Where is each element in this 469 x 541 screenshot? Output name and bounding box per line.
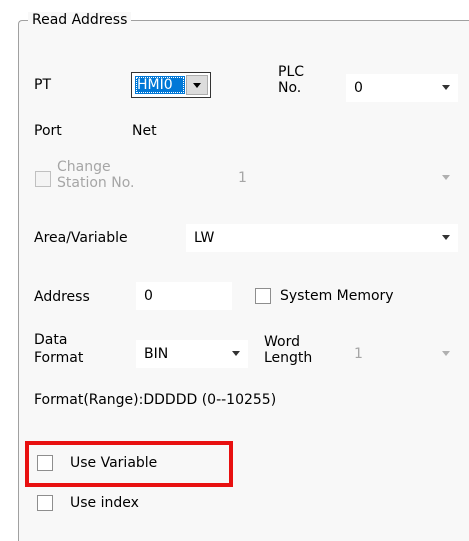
use-index-label: Use index — [70, 495, 139, 511]
group-title: Read Address — [28, 12, 132, 28]
format-range-text: Format(Range):DDDDD (0--10255) — [34, 392, 277, 408]
address-value: 0 — [144, 288, 153, 304]
change-station-label-line1: Change — [57, 159, 111, 175]
pt-select[interactable]: HMI0 — [131, 72, 211, 98]
plc-no-select[interactable]: 0 — [346, 74, 458, 102]
word-length-value: 1 — [354, 346, 363, 362]
plc-label-line2: No. — [278, 80, 302, 96]
data-format-select[interactable]: BIN — [136, 340, 248, 368]
chevron-down-icon — [442, 351, 450, 356]
plc-no-value: 0 — [354, 80, 363, 96]
area-select[interactable]: LW — [186, 224, 458, 252]
word-length-select[interactable]: 1 — [346, 340, 458, 368]
address-label: Address — [34, 289, 90, 305]
address-input[interactable]: 0 — [136, 282, 232, 310]
area-label: Area/Variable — [34, 230, 128, 246]
data-format-value: BIN — [144, 346, 169, 362]
word-length-label-line2: Length — [264, 350, 313, 366]
word-length-label-line1: Word — [264, 334, 300, 350]
change-station-label-line2: Station No. — [57, 175, 135, 191]
area-value: LW — [194, 230, 215, 246]
pt-label: PT — [34, 77, 51, 93]
data-format-label-line2: Format — [34, 350, 84, 366]
station-no-select[interactable]: 1 — [230, 164, 458, 192]
plc-label-line1: PLC — [278, 64, 305, 80]
chevron-down-icon — [232, 351, 240, 356]
change-station-checkbox[interactable] — [35, 171, 51, 187]
use-index-checkbox[interactable] — [37, 495, 53, 511]
station-no-value: 1 — [238, 170, 247, 186]
port-value: Net — [132, 123, 157, 139]
chevron-down-icon — [442, 175, 450, 180]
chevron-down-icon[interactable] — [186, 75, 208, 95]
highlight-box — [25, 441, 233, 487]
chevron-down-icon — [442, 85, 450, 90]
system-memory-checkbox[interactable] — [255, 288, 271, 304]
chevron-down-icon — [442, 235, 450, 240]
pt-selected-value: HMI0 — [135, 76, 185, 94]
port-label: Port — [34, 123, 62, 139]
system-memory-label: System Memory — [280, 288, 394, 304]
data-format-label-line1: Data — [34, 332, 68, 348]
